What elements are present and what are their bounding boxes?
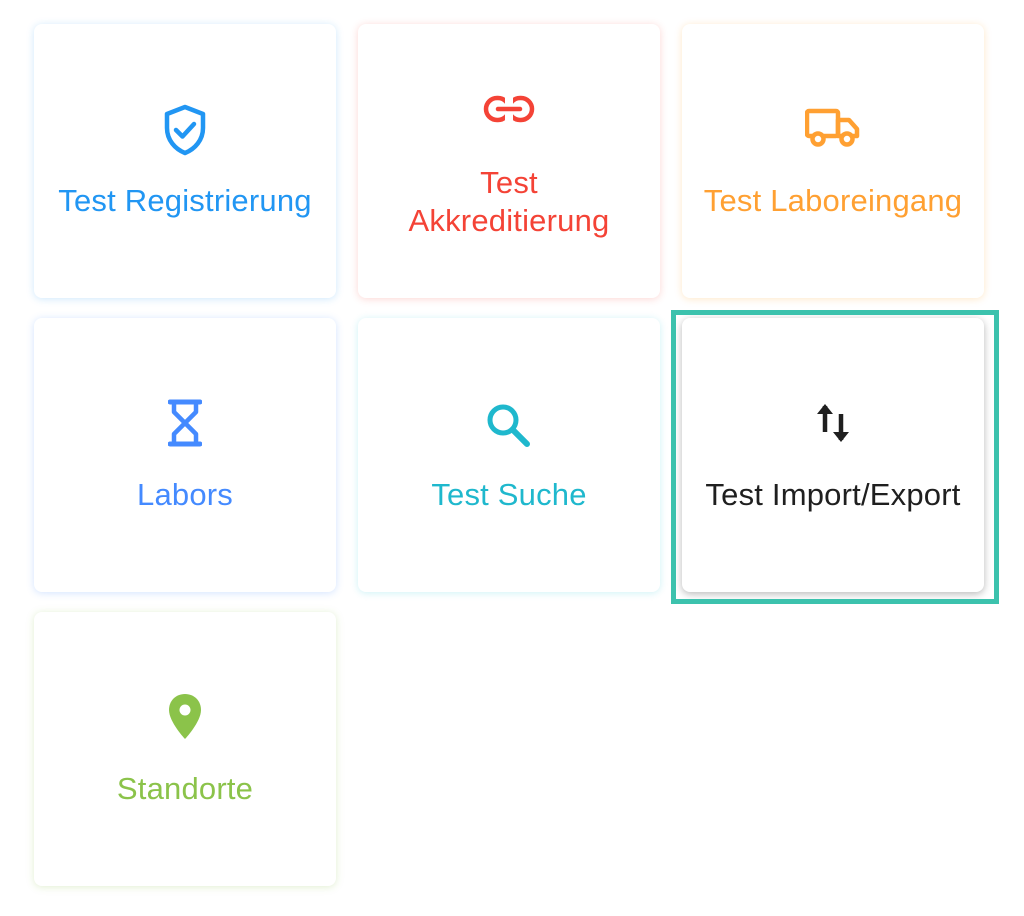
hourglass-icon: [34, 398, 336, 448]
link-icon: [358, 94, 660, 124]
tile-label: Test Akkreditierung: [408, 165, 610, 238]
truck-icon: [682, 108, 984, 148]
tile-label: Test Laboreingang: [703, 183, 963, 218]
tile-test-import-export[interactable]: Test Import/Export: [682, 318, 984, 592]
tile-test-akkreditierung[interactable]: Test Akkreditierung: [358, 24, 660, 298]
tile-test-suche[interactable]: Test Suche: [358, 318, 660, 592]
swap-vertical-icon: [682, 400, 984, 446]
shield-check-icon: [34, 104, 336, 156]
tile-test-registrierung[interactable]: Test Registrierung: [34, 24, 336, 298]
tile-label: Labors: [137, 477, 233, 512]
tile-label: Standorte: [116, 771, 254, 806]
tile-labors[interactable]: Labors: [34, 318, 336, 592]
search-icon: [358, 402, 660, 448]
tile-test-laboreingang[interactable]: Test Laboreingang: [682, 24, 984, 298]
tile-label: Test Registrierung: [58, 183, 312, 218]
map-marker-icon: [34, 692, 336, 742]
tile-standorte[interactable]: Standorte: [34, 612, 336, 886]
tile-label: Test Suche: [431, 477, 587, 512]
tile-label: Test Import/Export: [705, 477, 961, 512]
